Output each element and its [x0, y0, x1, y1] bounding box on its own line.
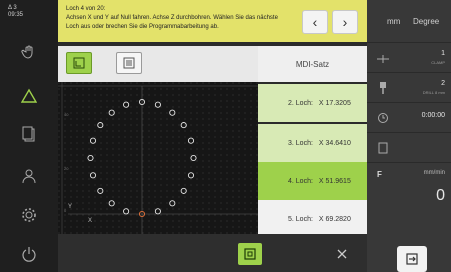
main-menu-sidebar: Δ 3 09:35: [0, 0, 58, 272]
confirm-step-button[interactable]: [238, 243, 262, 265]
tick-label: 20: [64, 166, 69, 171]
app-root: Δ 3 09:35 Loch 4 von 20: Achsen X und Y …: [0, 0, 451, 272]
user-icon: [22, 169, 36, 184]
feed-value: 0: [436, 187, 445, 204]
tool-label: DRILL 8 mm: [422, 90, 445, 95]
chevron-right-icon: ›: [342, 14, 348, 30]
feed-label: F: [377, 170, 382, 179]
status-panel: mm Degree 1 CLAMP 2 DRILL 8 mm 0:00:00 F…: [367, 0, 451, 272]
y-axis-label: Y: [68, 204, 72, 210]
hole-pattern-graphic[interactable]: Y X 40 20 0: [58, 82, 258, 234]
hole-label: 2. Loch:: [288, 99, 313, 107]
position-confirm-icon: [244, 248, 256, 260]
gear-icon: [22, 208, 36, 222]
feed-unit: mm/min: [423, 170, 445, 176]
graphic-view-icon: [73, 57, 85, 69]
hole-pattern-svg: Y X 40 20 0: [58, 82, 258, 234]
instruction-text: Loch 4 von 20: Achsen X und Y auf Null f…: [66, 5, 294, 32]
length-unit-toggle[interactable]: mm: [387, 17, 400, 26]
sidebar-item-file-management[interactable]: [0, 116, 58, 152]
list-view-button[interactable]: [116, 52, 142, 74]
feed-rate-row[interactable]: F mm/min 0: [367, 162, 451, 232]
timer-row[interactable]: 0:00:00: [367, 102, 451, 132]
status-area: Δ 3 09:35: [0, 0, 58, 32]
power-icon: [22, 247, 36, 262]
cancel-program-button[interactable]: [330, 243, 354, 265]
mdi-block-list: 2. Loch: X 17.3205 3. Loch: X 34.6410 4.…: [258, 82, 367, 234]
list-item-hole-5[interactable]: 5. Loch: X 69.2820: [258, 200, 367, 234]
chevron-left-icon: ‹: [312, 14, 318, 30]
instruction-message-bar: Loch 4 von 20: Achsen X und Y auf Null f…: [58, 0, 367, 42]
hole-x-value: X 51.9615: [318, 177, 351, 185]
auxiliary-functions-row[interactable]: [367, 132, 451, 162]
export-button[interactable]: [397, 246, 427, 272]
hole-x-value: X 34.6410: [318, 139, 351, 147]
close-icon: [337, 249, 347, 259]
sidebar-item-user-login[interactable]: [0, 158, 58, 194]
instruction-line-2: Achsen X und Y auf Null fahren. Achse Z …: [66, 15, 278, 21]
view-toolbar: [58, 46, 258, 82]
mdi-block-header: MDI-Satz: [258, 46, 367, 82]
clamp-label: CLAMP: [431, 60, 445, 65]
tick-label: 40: [64, 112, 69, 117]
sidebar-item-mdi-mode[interactable]: [0, 78, 58, 114]
hole-x-value: X 69.2820: [318, 215, 351, 223]
clamp-row[interactable]: 1 CLAMP: [367, 42, 451, 72]
drill-tool-icon: [380, 82, 386, 94]
export-icon: [406, 253, 418, 265]
instruction-line-1: Loch 4 von 20:: [66, 6, 106, 12]
instruction-line-3: Loch aus oder brechen Sie die Programmab…: [66, 24, 219, 30]
status-indicator: Δ 3: [8, 5, 17, 11]
delta-icon: [21, 88, 37, 103]
sidebar-item-manual-mode[interactable]: [0, 34, 58, 70]
status-clock: 09:35: [8, 12, 24, 18]
angle-unit-toggle[interactable]: Degree: [413, 17, 439, 26]
document-icon: [378, 142, 388, 154]
bottom-action-bar: [58, 234, 367, 272]
list-item-hole-3[interactable]: 3. Loch: X 34.6410: [258, 124, 367, 162]
tool-number: 2: [441, 80, 445, 87]
files-icon: [22, 126, 35, 142]
sidebar-item-power[interactable]: [0, 236, 58, 272]
list-view-icon: [123, 57, 135, 69]
hole-label: 5. Loch:: [288, 215, 313, 223]
list-item-hole-4-active[interactable]: 4. Loch: X 51.9615: [258, 162, 367, 200]
tool-row[interactable]: 2 DRILL 8 mm: [367, 72, 451, 102]
clamp-value: 1: [441, 50, 445, 57]
mdi-block-title: MDI-Satz: [295, 59, 330, 69]
unit-selector: mm Degree: [367, 0, 451, 42]
timer-value: 0:00:00: [421, 112, 445, 119]
clamp-icon: [377, 55, 389, 63]
clock-icon: [378, 113, 388, 123]
next-hole-button[interactable]: ›: [332, 10, 358, 34]
hole-label: 4. Loch:: [288, 177, 313, 185]
x-axis-label: X: [88, 218, 92, 224]
hole-x-value: X 17.3205: [318, 99, 351, 107]
hand-icon: [21, 45, 33, 59]
previous-hole-button[interactable]: ‹: [302, 10, 328, 34]
hole-label: 3. Loch:: [288, 139, 313, 147]
list-item-hole-2[interactable]: 2. Loch: X 17.3205: [258, 84, 367, 122]
sidebar-item-settings[interactable]: [0, 197, 58, 233]
graphic-view-button[interactable]: [66, 52, 92, 74]
